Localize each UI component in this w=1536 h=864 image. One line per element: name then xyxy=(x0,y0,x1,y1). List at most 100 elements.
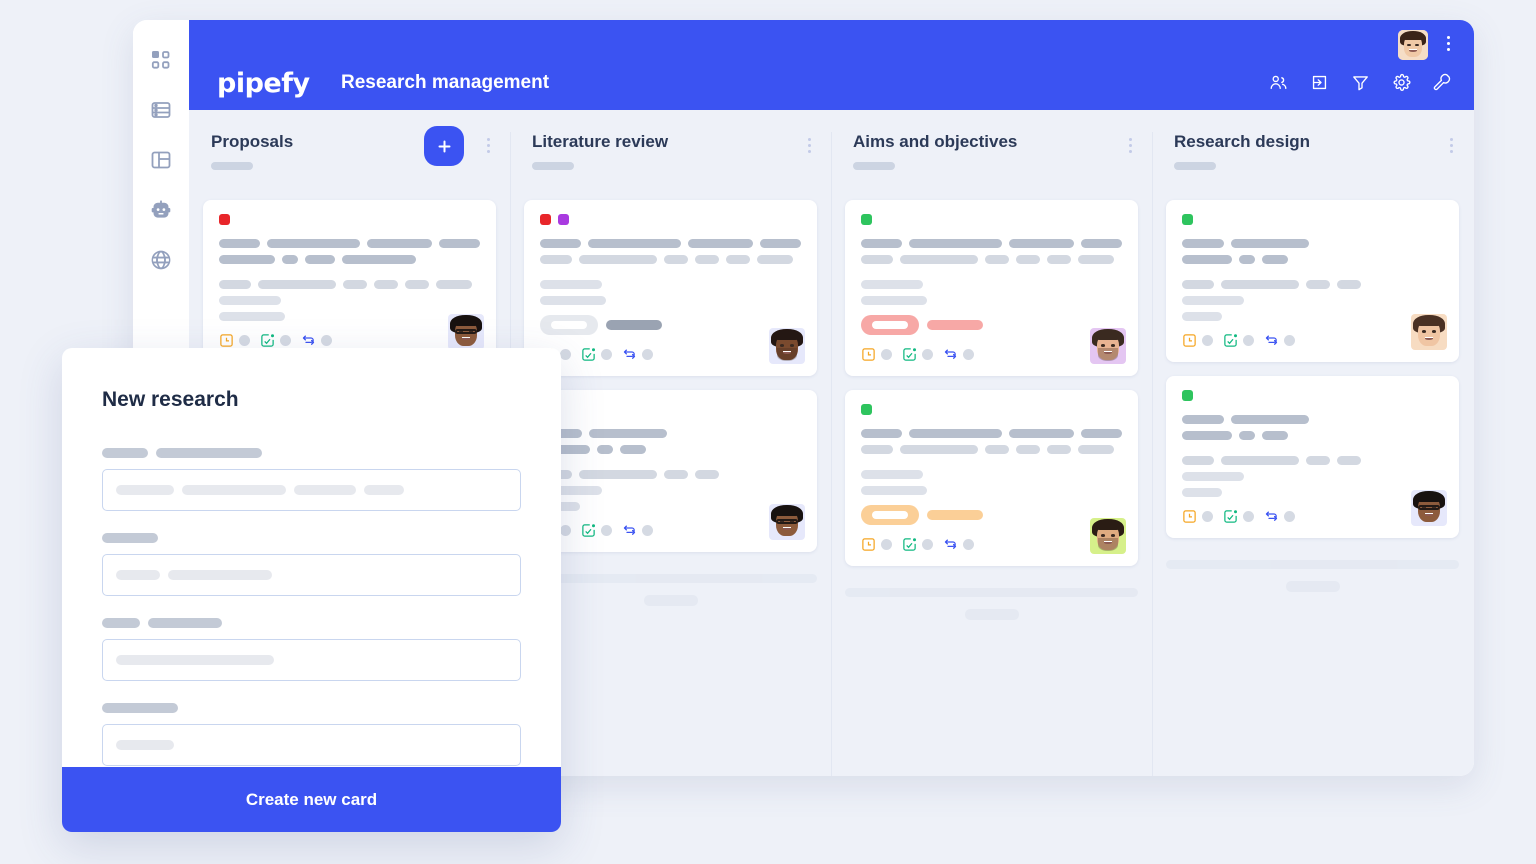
card[interactable] xyxy=(524,390,817,552)
filter-icon[interactable] xyxy=(1351,73,1370,92)
label-block xyxy=(156,448,262,458)
create-new-card-button[interactable]: Create new card xyxy=(62,767,561,832)
card-avatar[interactable] xyxy=(1090,328,1126,364)
modal-field xyxy=(102,448,521,511)
label-block xyxy=(102,703,178,713)
card-text-block xyxy=(861,255,893,264)
column-kebab-menu[interactable] xyxy=(1129,138,1132,153)
connection-loop-icon[interactable] xyxy=(943,537,958,552)
globe-icon[interactable] xyxy=(149,248,173,272)
card-text-block xyxy=(1081,429,1122,438)
column-kebab-menu[interactable] xyxy=(487,138,490,153)
card-avatar[interactable] xyxy=(448,314,484,350)
connection-loop-icon[interactable] xyxy=(1264,509,1279,524)
card-avatar[interactable] xyxy=(1411,490,1447,526)
card-text-line xyxy=(1182,280,1443,289)
connection-loop-icon[interactable] xyxy=(943,347,958,362)
card-text-block xyxy=(540,296,606,305)
calendar-check-icon[interactable] xyxy=(902,537,917,552)
card-footer-dot xyxy=(963,349,974,360)
card-text-line xyxy=(219,296,480,305)
card-footer-dot xyxy=(601,525,612,536)
card-text-line xyxy=(861,429,1122,438)
card-avatar[interactable] xyxy=(769,328,805,364)
value-block xyxy=(116,485,174,495)
card-avatar[interactable] xyxy=(1411,314,1447,350)
card[interactable] xyxy=(845,200,1138,376)
card-text-line xyxy=(1182,296,1443,305)
card-text-line xyxy=(861,255,1122,264)
modal-field-input[interactable] xyxy=(102,469,521,511)
card-avatar[interactable] xyxy=(1090,518,1126,554)
modal-field-input[interactable] xyxy=(102,554,521,596)
new-card-modal: New research Create new card xyxy=(62,348,561,832)
modal-body: New research xyxy=(62,348,561,766)
database-icon[interactable] xyxy=(149,98,173,122)
card[interactable] xyxy=(524,200,817,376)
column-kebab-menu[interactable] xyxy=(808,138,811,153)
avatar[interactable] xyxy=(1398,30,1428,60)
connection-loop-icon[interactable] xyxy=(301,333,316,348)
card-badge-bar xyxy=(606,320,662,330)
members-icon[interactable] xyxy=(1269,73,1288,92)
modal-field xyxy=(102,533,521,596)
card[interactable] xyxy=(203,200,496,362)
card-text-block xyxy=(1337,456,1361,465)
value-block xyxy=(182,485,286,495)
gear-icon[interactable] xyxy=(1392,73,1411,92)
card-tags xyxy=(1182,214,1443,225)
card[interactable] xyxy=(1166,200,1459,362)
clock-deadline-icon[interactable] xyxy=(1182,333,1197,348)
topbar: pipefy Research management xyxy=(189,20,1474,110)
pipefy-logo[interactable]: pipefy xyxy=(217,68,310,99)
column-kebab-menu[interactable] xyxy=(1450,138,1453,153)
card[interactable] xyxy=(1166,376,1459,538)
column-header: Proposals xyxy=(189,126,510,200)
grid-dashboard-icon[interactable] xyxy=(149,48,173,72)
calendar-check-icon[interactable] xyxy=(902,347,917,362)
add-card-button[interactable] xyxy=(424,126,464,166)
calendar-check-icon[interactable] xyxy=(581,347,596,362)
card-text-line xyxy=(1182,312,1443,321)
topbar-kebab-menu[interactable] xyxy=(1447,36,1450,51)
card-text-block xyxy=(664,470,688,479)
calendar-check-icon[interactable] xyxy=(1223,333,1238,348)
card-text-block xyxy=(579,470,657,479)
layout-panel-icon[interactable] xyxy=(149,148,173,172)
import-icon[interactable] xyxy=(1310,73,1329,92)
card-text-block xyxy=(282,255,298,264)
modal-field-input[interactable] xyxy=(102,724,521,766)
modal-field-input[interactable] xyxy=(102,639,521,681)
calendar-check-icon[interactable] xyxy=(581,523,596,538)
card-text-line xyxy=(861,239,1122,248)
clock-deadline-icon[interactable] xyxy=(219,333,234,348)
board-column: Research design xyxy=(1152,110,1473,776)
calendar-check-icon[interactable] xyxy=(1223,509,1238,524)
calendar-check-icon[interactable] xyxy=(260,333,275,348)
card-text-line xyxy=(1182,239,1443,248)
ghost-pill xyxy=(964,609,1019,620)
column-cards xyxy=(831,200,1152,566)
card-footer-dot xyxy=(881,349,892,360)
column-header: Aims and objectives xyxy=(831,132,1152,200)
column-header: Research design xyxy=(1152,132,1473,200)
wrench-icon[interactable] xyxy=(1433,73,1452,92)
connection-loop-icon[interactable] xyxy=(622,523,637,538)
robot-icon[interactable] xyxy=(149,198,173,222)
card-text-line xyxy=(219,239,480,248)
card-avatar[interactable] xyxy=(769,504,805,540)
column-cards xyxy=(1152,200,1473,538)
card-text-line xyxy=(861,296,1122,305)
connection-loop-icon[interactable] xyxy=(1264,333,1279,348)
modal-field-label xyxy=(102,703,521,713)
modal-title: New research xyxy=(102,388,239,411)
label-block xyxy=(102,533,158,543)
card[interactable] xyxy=(845,390,1138,566)
column-title: Aims and objectives xyxy=(853,132,1018,151)
clock-deadline-icon[interactable] xyxy=(861,537,876,552)
card-text-line xyxy=(861,486,1122,495)
clock-deadline-icon[interactable] xyxy=(1182,509,1197,524)
connection-loop-icon[interactable] xyxy=(622,347,637,362)
clock-deadline-icon[interactable] xyxy=(861,347,876,362)
card-text-block xyxy=(985,255,1009,264)
